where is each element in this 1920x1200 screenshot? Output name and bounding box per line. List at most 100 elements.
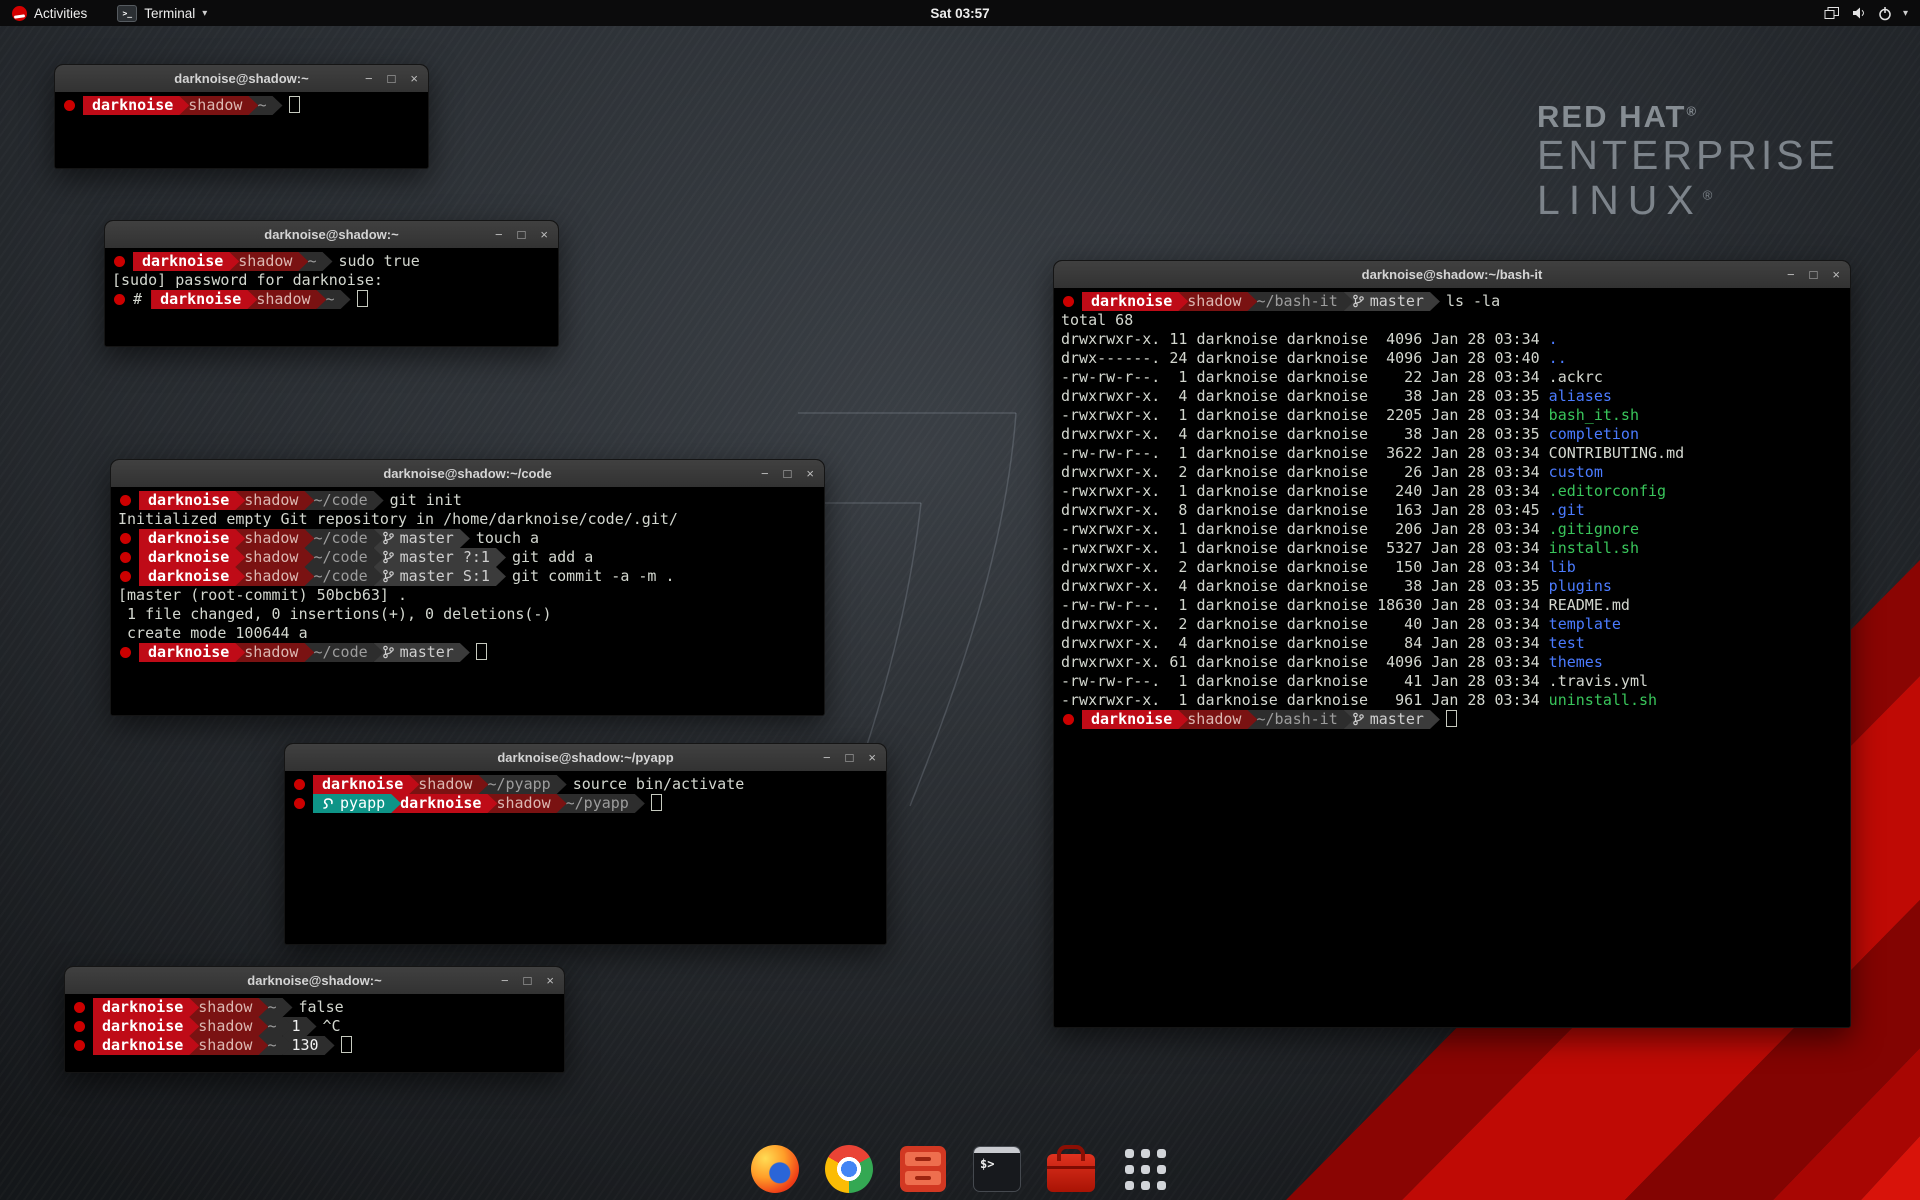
command-text: git commit -a -m . xyxy=(496,567,675,585)
minimize-button[interactable]: − xyxy=(495,228,503,241)
maximize-button[interactable]: □ xyxy=(784,467,792,480)
terminal-line: total 68 xyxy=(1061,311,1843,330)
file-name: install.sh xyxy=(1549,539,1639,557)
file-meta: drwxrwxr-x. 2 darknoise darknoise 150 Ja… xyxy=(1061,558,1549,576)
close-button[interactable]: × xyxy=(806,467,814,480)
maximize-button[interactable]: □ xyxy=(524,974,532,987)
terminal-screen[interactable]: darknoiseshadow~/codegit initInitialized… xyxy=(111,487,824,715)
minimize-button[interactable]: − xyxy=(365,72,373,85)
terminal-line: drwxrwxr-x. 61 darknoise darknoise 4096 … xyxy=(1061,653,1843,672)
terminal-line: -rw-rw-r--. 1 darknoise darknoise 41 Jan… xyxy=(1061,672,1843,691)
terminal-window[interactable]: darknoise@shadow:~ − □ × darknoiseshadow… xyxy=(104,220,559,347)
maximize-button[interactable]: □ xyxy=(388,72,396,85)
window-title: darknoise@shadow:~/pyapp xyxy=(497,750,673,765)
terminal-screen[interactable]: darknoiseshadow~sudo true[sudo] password… xyxy=(105,248,558,346)
window-titlebar[interactable]: darknoise@shadow:~ − □ × xyxy=(65,967,564,995)
terminal-screen[interactable]: darknoiseshadow~ xyxy=(55,92,428,168)
prompt-segment-user: darknoise xyxy=(93,998,199,1017)
terminal-screen[interactable]: darknoiseshadow~falsedarknoiseshadow~1^C… xyxy=(65,994,564,1072)
terminal-line: drwxrwxr-x. 2 darknoise darknoise 26 Jan… xyxy=(1061,463,1843,482)
terminal-window[interactable]: darknoise@shadow:~/bash-it − □ × darknoi… xyxy=(1053,260,1851,1028)
minimize-button[interactable]: − xyxy=(761,467,769,480)
terminal-line: drwxrwxr-x. 8 darknoise darknoise 163 Ja… xyxy=(1061,501,1843,520)
terminal-line: drwxrwxr-x. 2 darknoise darknoise 40 Jan… xyxy=(1061,615,1843,634)
chrome-icon[interactable] xyxy=(822,1142,876,1196)
volume-icon xyxy=(1851,6,1867,20)
maximize-button[interactable]: □ xyxy=(518,228,526,241)
firefox-icon[interactable] xyxy=(748,1142,802,1196)
minimize-button[interactable]: − xyxy=(823,751,831,764)
terminal-line: Initialized empty Git repository in /hom… xyxy=(118,510,817,529)
window-titlebar[interactable]: darknoise@shadow:~ − □ × xyxy=(55,65,428,93)
terminal-line: drwxrwxr-x. 11 darknoise darknoise 4096 … xyxy=(1061,330,1843,349)
brand-red-hat: RED HAT® xyxy=(1537,100,1839,133)
prompt-segment-user: darknoise xyxy=(151,290,257,309)
terminal-window[interactable]: darknoise@shadow:~ − □ × darknoiseshadow… xyxy=(54,64,429,169)
brand-enterprise: ENTERPRISE xyxy=(1537,133,1839,177)
minimize-button[interactable]: − xyxy=(1787,268,1795,281)
file-name: test xyxy=(1549,634,1585,652)
prompt-segment-user: darknoise xyxy=(1082,710,1188,729)
terminal-window[interactable]: darknoise@shadow:~ − □ × darknoiseshadow… xyxy=(64,966,565,1073)
terminal-icon[interactable]: $> xyxy=(970,1142,1024,1196)
output-text: total 68 xyxy=(1061,311,1133,329)
window-title: darknoise@shadow:~ xyxy=(174,71,308,86)
terminal-window[interactable]: darknoise@shadow:~/code − □ × darknoises… xyxy=(110,459,825,716)
file-name: .. xyxy=(1549,349,1567,367)
file-meta: drwxrwxr-x. 4 darknoise darknoise 38 Jan… xyxy=(1061,425,1549,443)
maximize-button[interactable]: □ xyxy=(1810,268,1818,281)
window-titlebar[interactable]: darknoise@shadow:~ − □ × xyxy=(105,221,558,249)
window-titlebar[interactable]: darknoise@shadow:~/bash-it − □ × xyxy=(1054,261,1850,289)
top-bar: Activities >_ Terminal ▾ Sat 03:57 ▾ xyxy=(0,0,1920,26)
firefox-icon-art xyxy=(751,1145,799,1193)
terminal-cursor xyxy=(357,290,368,307)
window-title: darknoise@shadow:~ xyxy=(264,227,398,242)
close-button[interactable]: × xyxy=(1832,268,1840,281)
terminal-line: darknoiseshadow~ xyxy=(62,96,421,115)
maximize-button[interactable]: □ xyxy=(846,751,854,764)
prompt-segment-host: shadow xyxy=(487,794,566,813)
window-titlebar[interactable]: darknoise@shadow:~/code − □ × xyxy=(111,460,824,488)
activities-button[interactable]: Activities xyxy=(8,0,91,26)
prompt-segment-host: shadow xyxy=(189,998,268,1017)
window-stack-icon xyxy=(1824,6,1840,20)
file-name: uninstall.sh xyxy=(1549,691,1657,709)
toolbox-icon[interactable] xyxy=(1044,1142,1098,1196)
close-button[interactable]: × xyxy=(540,228,548,241)
prompt-segment-venv: pyapp xyxy=(313,794,401,813)
minimize-button[interactable]: − xyxy=(501,974,509,987)
prompt-segment-user: darknoise xyxy=(93,1036,199,1055)
prompt-segment-user: darknoise xyxy=(139,567,245,586)
window-titlebar[interactable]: darknoise@shadow:~/pyapp − □ × xyxy=(285,744,886,772)
terminal-line: darknoiseshadow~/codemaster xyxy=(118,643,817,662)
clock[interactable]: Sat 03:57 xyxy=(930,6,989,21)
output-text: 1 file changed, 0 insertions(+), 0 delet… xyxy=(118,605,551,623)
prompt-segment-host: shadow xyxy=(1178,710,1257,729)
files-icon[interactable] xyxy=(896,1142,950,1196)
redhat-prompt-icon xyxy=(74,1002,85,1013)
terminal-line: darknoiseshadow~/bash-itmasterls -la xyxy=(1061,292,1843,311)
system-status-area[interactable]: ▾ xyxy=(1824,0,1908,26)
redhat-logo-icon xyxy=(12,6,27,21)
terminal-screen[interactable]: darknoiseshadow~/pyappsource bin/activat… xyxy=(285,771,886,944)
terminal-line: drwxrwxr-x. 4 darknoise darknoise 38 Jan… xyxy=(1061,425,1843,444)
command-text: git init xyxy=(374,491,462,509)
terminal-cursor xyxy=(289,96,300,113)
app-menu-terminal[interactable]: >_ Terminal ▾ xyxy=(113,0,211,26)
prompt-segment-git: master xyxy=(374,643,470,662)
terminal-line: -rwxrwxr-x. 1 darknoise darknoise 5327 J… xyxy=(1061,539,1843,558)
terminal-cursor xyxy=(341,1036,352,1053)
close-button[interactable]: × xyxy=(546,974,554,987)
rhel-wallpaper-wordmark: RED HAT® ENTERPRISE LINUX® xyxy=(1537,100,1839,222)
prompt-segment-git: master xyxy=(1344,292,1440,311)
terminal-line: drwxrwxr-x. 4 darknoise darknoise 38 Jan… xyxy=(1061,577,1843,596)
terminal-screen[interactable]: darknoiseshadow~/bash-itmasterls -latota… xyxy=(1054,288,1850,1027)
app-grid-icon[interactable] xyxy=(1118,1142,1172,1196)
redhat-prompt-icon xyxy=(114,256,125,267)
close-button[interactable]: × xyxy=(410,72,418,85)
terminal-line: -rwxrwxr-x. 1 darknoise darknoise 2205 J… xyxy=(1061,406,1843,425)
terminal-line: [master (root-commit) 50bcb63] . xyxy=(118,586,817,605)
close-button[interactable]: × xyxy=(868,751,876,764)
terminal-window[interactable]: darknoise@shadow:~/pyapp − □ × darknoise… xyxy=(284,743,887,945)
file-meta: drwxrwxr-x. 8 darknoise darknoise 163 Ja… xyxy=(1061,501,1549,519)
